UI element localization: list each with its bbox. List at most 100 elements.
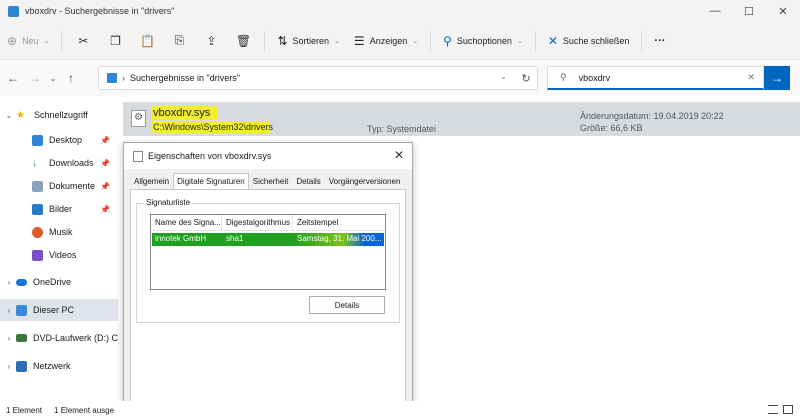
close-icon: ✕ — [547, 33, 558, 48]
column-digest-algorithm[interactable]: Digestalgorithmus — [222, 215, 293, 230]
tab-security[interactable]: Sicherheit — [249, 173, 293, 189]
toolbar-divider — [264, 30, 266, 51]
rename-button[interactable]: ⎘ — [163, 28, 195, 54]
search-options-label: Suchoptionen — [456, 35, 512, 46]
pc-icon — [16, 304, 27, 316]
copy-button[interactable]: ❐ — [99, 28, 131, 54]
navigation-pane: ⌄ ★ Schnellzugriff Desktop 📌 ↓ Downloads… — [0, 96, 118, 401]
search-options-icon: ⚲ — [443, 33, 452, 48]
search-input[interactable]: vboxdrv — [579, 73, 611, 83]
sidebar-item-label: Desktop — [49, 135, 83, 145]
download-icon: ↓ — [32, 157, 37, 169]
digest-algorithm-cell: sha1 — [223, 233, 294, 246]
toolbar-divider — [61, 30, 63, 51]
back-button[interactable]: ← — [2, 66, 24, 90]
cut-button[interactable]: ✂ — [67, 28, 99, 54]
arrow-right-icon: → — [771, 71, 783, 85]
tiles-view-icon[interactable] — [783, 405, 793, 414]
minimize-button[interactable]: — — [698, 0, 732, 22]
address-bar[interactable]: › Suchergebnisse in "drivers" ⌄ — [98, 66, 538, 90]
search-box[interactable]: ⚲ vboxdrv ✕ — [547, 66, 764, 90]
music-icon — [32, 226, 43, 238]
explorer-app-icon — [8, 5, 19, 17]
chevron-right-icon: › — [122, 73, 125, 83]
refresh-button[interactable]: ↻ — [516, 66, 536, 90]
forward-button[interactable]: → — [24, 66, 46, 90]
tab-general[interactable]: Allgemein — [130, 173, 173, 189]
item-count: 1 Element — [6, 405, 43, 415]
window-controls: — ☐ ✕ — [698, 0, 800, 22]
signature-list[interactable]: Name des Signa... Digestalgorithmus Zeit… — [150, 214, 386, 290]
sidebar-item-network[interactable]: › Netzwerk — [0, 355, 118, 377]
pin-icon: 📌 — [100, 158, 110, 168]
sidebar-item-label: Dokumente — [49, 181, 96, 191]
sidebar-item-dvd-drive[interactable]: › DVD-Laufwerk (D:) C — [0, 327, 118, 349]
sidebar-item-onedrive[interactable]: › OneDrive — [0, 271, 118, 293]
chevron-down-icon[interactable]: ⌄ — [500, 72, 507, 81]
chevron-down-icon[interactable]: ⌄ — [2, 111, 16, 120]
signature-list-label: Signaturliste — [144, 198, 193, 207]
close-button[interactable]: ✕ — [766, 0, 800, 22]
sidebar-item-label: Netzwerk — [33, 361, 71, 371]
status-bar: 1 Element 1 Element ausge — [0, 401, 800, 419]
dialog-close-icon[interactable]: ✕ — [394, 148, 404, 162]
sidebar-item-downloads[interactable]: ↓ Downloads 📌 — [0, 152, 118, 174]
column-timestamp[interactable]: Zeitstempel — [293, 215, 385, 230]
details-view-icon[interactable] — [768, 405, 778, 414]
dvd-icon — [15, 334, 27, 342]
chevron-down-icon: ⌄ — [516, 37, 523, 45]
title-bar: vboxdrv - Suchergebnisse in "drivers" — … — [0, 0, 800, 22]
file-name[interactable]: vboxdrv.sys — [153, 107, 210, 119]
tab-details[interactable]: Details — [292, 173, 324, 189]
chevron-right-icon[interactable]: › — [2, 362, 16, 371]
timestamp-cell: Samstag, 31. Mai 200... — [294, 233, 384, 246]
dialog-tabs: Allgemein Digitale Signaturen Sicherheit… — [130, 173, 404, 189]
chevron-right-icon[interactable]: › — [2, 278, 16, 287]
sidebar-item-this-pc[interactable]: › Dieser PC — [0, 299, 118, 321]
delete-button[interactable]: 🗑 — [227, 28, 259, 54]
up-button[interactable]: ↑ — [60, 66, 82, 90]
close-search-button[interactable]: ✕ Suche schließen — [541, 28, 637, 54]
sidebar-item-quick-access[interactable]: ⌄ ★ Schnellzugriff — [0, 104, 118, 126]
view-button[interactable]: ☰ Anzeigen ⌄ — [347, 28, 425, 54]
signature-row[interactable]: innotek GmbH sha1 Samstag, 31. Mai 200..… — [152, 233, 384, 246]
more-options-button[interactable]: ··· — [647, 28, 672, 54]
sidebar-item-label: Bilder — [49, 204, 73, 214]
paste-button[interactable]: 📋 — [131, 28, 163, 54]
sort-button[interactable]: ⇅ Sortieren ⌄ — [270, 28, 346, 54]
breadcrumb[interactable]: Suchergebnisse in "drivers" — [130, 73, 240, 83]
sidebar-item-documents[interactable]: Dokumente 📌 — [0, 175, 118, 197]
view-list-icon: ☰ — [353, 33, 365, 48]
refresh-icon: ↻ — [521, 72, 531, 85]
chevron-down-icon: ⌄ — [412, 37, 419, 45]
copy-icon: ❐ — [110, 33, 121, 48]
close-search-label: Suche schließen — [562, 35, 630, 46]
file-type: Typ: Systemdatei — [367, 124, 437, 134]
column-signer-name[interactable]: Name des Signa... — [151, 215, 222, 230]
maximize-button[interactable]: ☐ — [732, 0, 766, 22]
trash-icon: 🗑 — [235, 33, 252, 48]
sidebar-item-videos[interactable]: Videos — [0, 244, 118, 266]
arrow-right-icon: → — [29, 71, 41, 85]
chevron-right-icon[interactable]: › — [2, 306, 16, 315]
details-button[interactable]: Details — [309, 296, 385, 314]
sort-icon: ⇅ — [277, 33, 288, 48]
search-go-button[interactable]: → — [764, 66, 790, 90]
clear-search-icon[interactable]: ✕ — [747, 72, 755, 83]
dialog-title-bar: Eigenschaften von vboxdrv.sys ✕ — [124, 143, 412, 169]
toolbar-divider — [641, 30, 643, 51]
tab-digital-signatures[interactable]: Digitale Signaturen — [173, 173, 249, 189]
sidebar-item-music[interactable]: Musik — [0, 221, 118, 243]
search-options-button[interactable]: ⚲ Suchoptionen ⌄ — [436, 28, 530, 54]
new-button[interactable]: ⊕ Neu ⌄ — [0, 28, 56, 54]
share-button[interactable]: ⇪ — [195, 28, 227, 54]
tab-previous-versions[interactable]: Vorgängerversionen — [325, 173, 405, 189]
sidebar-item-pictures[interactable]: Bilder 📌 — [0, 198, 118, 220]
network-icon — [16, 360, 27, 372]
chevron-right-icon[interactable]: › — [2, 334, 16, 343]
chevron-down-icon: ⌄ — [43, 37, 50, 45]
sidebar-item-label: Downloads — [49, 158, 94, 168]
command-bar: ⊕ Neu ⌄ ✂ ❐ 📋 ⎘ ⇪ 🗑 ⇅ Sortieren ⌄ ☰ Anze… — [0, 22, 800, 60]
recent-locations-button[interactable]: ⌄ — [46, 66, 60, 90]
sidebar-item-desktop[interactable]: Desktop 📌 — [0, 129, 118, 151]
